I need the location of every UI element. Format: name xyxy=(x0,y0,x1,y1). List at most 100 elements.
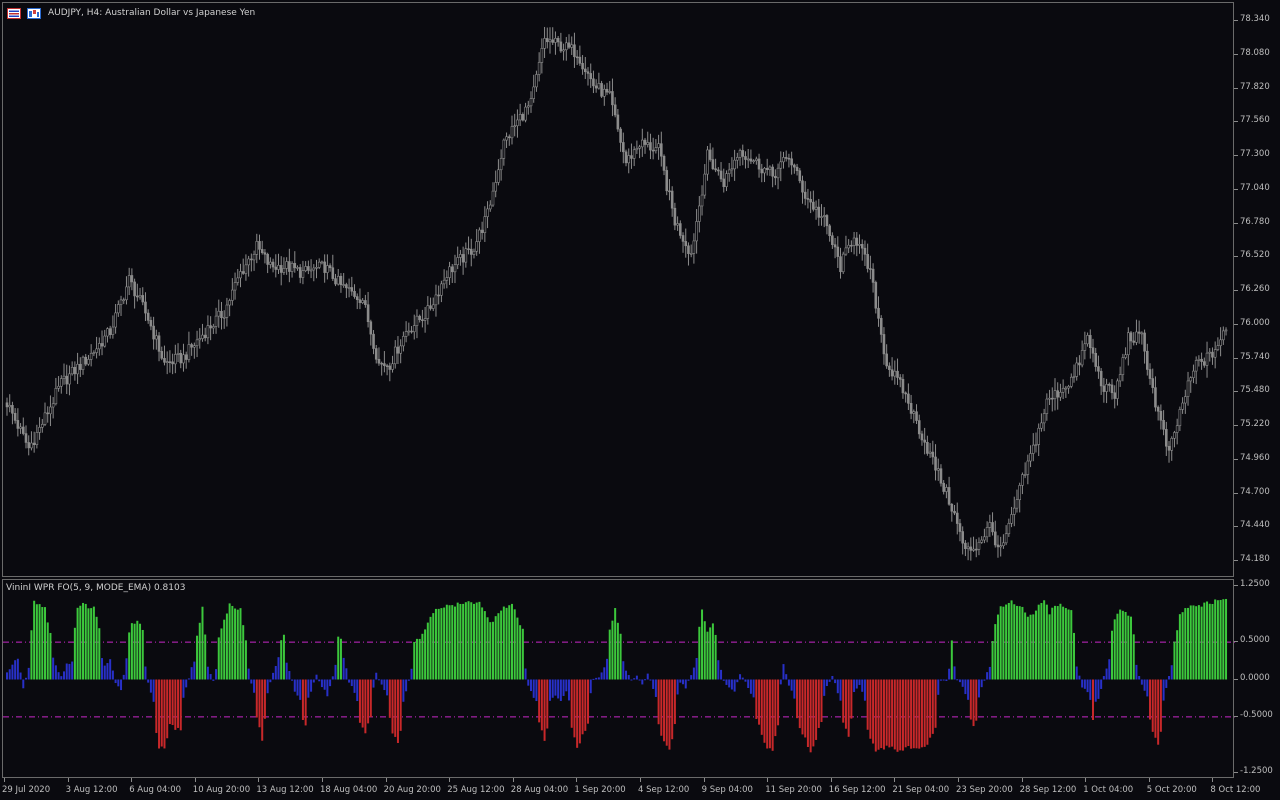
candle-body xyxy=(133,281,136,297)
histogram-bar xyxy=(486,617,489,680)
candle xyxy=(592,70,595,94)
candle-body xyxy=(763,167,766,174)
histogram-bar xyxy=(386,679,389,696)
histogram-bar xyxy=(937,679,940,695)
candle-body xyxy=(57,385,60,389)
candle xyxy=(1018,482,1021,513)
candle xyxy=(1222,326,1225,345)
histogram-bar xyxy=(728,679,731,688)
candle xyxy=(1178,406,1182,432)
time-axis-label: 23 Sep 20:00 xyxy=(956,785,1013,795)
candle xyxy=(225,297,229,327)
candle xyxy=(901,374,905,399)
candle-body xyxy=(59,378,63,387)
histogram-bar xyxy=(540,679,543,731)
candle xyxy=(304,261,307,273)
candle xyxy=(1040,413,1043,432)
histogram-bar xyxy=(763,679,766,743)
candle xyxy=(950,502,954,522)
candle-body xyxy=(117,304,120,314)
market-watch-icon[interactable] xyxy=(7,8,21,19)
histogram-bar xyxy=(426,622,429,680)
histogram-bar xyxy=(557,679,560,699)
histogram-bar xyxy=(546,679,549,729)
candle xyxy=(917,414,921,439)
candle-body xyxy=(54,388,58,405)
histogram-bar xyxy=(489,622,492,680)
candle xyxy=(763,166,766,183)
candle-body xyxy=(241,271,245,274)
candle xyxy=(431,297,435,312)
candle xyxy=(315,259,318,279)
candle-body xyxy=(434,294,438,306)
candle xyxy=(11,401,14,425)
candle-body xyxy=(176,352,180,355)
candle-body xyxy=(942,482,945,492)
candle-body xyxy=(1029,453,1032,462)
one-click-trading-icon[interactable] xyxy=(27,8,41,19)
candle-body xyxy=(146,312,150,321)
candle-body xyxy=(556,38,560,43)
price-chart-pane[interactable] xyxy=(2,2,1234,577)
candle-body xyxy=(540,48,544,63)
histogram-bar xyxy=(842,679,845,723)
candle-body xyxy=(108,328,112,335)
candle xyxy=(372,330,375,355)
histogram-bar xyxy=(337,636,340,680)
candle-body xyxy=(231,289,234,301)
candle-body xyxy=(575,56,579,59)
time-axis-label: 16 Sep 12:00 xyxy=(828,785,886,795)
histogram-bar xyxy=(1222,599,1225,680)
price-axis-label: 78.080 xyxy=(1240,47,1270,58)
candle xyxy=(347,278,351,298)
candle xyxy=(171,353,174,375)
histogram-bar xyxy=(451,605,454,680)
indicator-pane[interactable] xyxy=(2,579,1235,778)
histogram-bar xyxy=(1102,676,1105,680)
candle-body xyxy=(35,432,39,445)
candle xyxy=(719,162,723,183)
candle-body xyxy=(182,354,185,364)
candle-body xyxy=(996,544,1000,548)
histogram-bar xyxy=(975,679,978,721)
histogram-bar xyxy=(654,679,657,697)
candle-body xyxy=(738,150,742,158)
candle-body xyxy=(388,365,392,370)
histogram-bar xyxy=(660,679,663,736)
candle xyxy=(874,280,878,314)
candle-body xyxy=(953,510,956,514)
histogram-bar xyxy=(1100,679,1103,689)
candle-body xyxy=(793,164,796,168)
candle-body xyxy=(353,290,356,297)
candle-body xyxy=(1129,332,1133,342)
time-axis-label: 20 Aug 20:00 xyxy=(383,785,441,795)
histogram-bar xyxy=(709,627,712,680)
candle xyxy=(271,258,275,273)
candle xyxy=(456,246,459,270)
candle-body xyxy=(627,155,631,164)
candle xyxy=(540,38,544,74)
candle xyxy=(1029,445,1032,468)
candle xyxy=(1118,366,1122,387)
candle xyxy=(301,260,305,285)
histogram-bar xyxy=(573,679,576,738)
histogram-bar xyxy=(711,623,714,680)
candle xyxy=(269,257,272,269)
histogram-bar xyxy=(223,619,226,680)
histogram-bar xyxy=(994,624,997,680)
candle xyxy=(448,261,451,285)
candle-body xyxy=(301,270,305,278)
candle xyxy=(1116,378,1119,406)
candle-body xyxy=(1219,339,1222,346)
candle-body xyxy=(592,78,595,87)
histogram-bar xyxy=(595,677,598,680)
candle xyxy=(562,43,565,61)
candle-body xyxy=(722,178,726,187)
candle xyxy=(326,254,329,280)
histogram-bar xyxy=(14,660,17,680)
candle xyxy=(190,342,193,356)
candle xyxy=(19,423,22,434)
candle xyxy=(68,365,71,396)
candle xyxy=(1050,387,1054,412)
histogram-bar xyxy=(793,679,796,699)
